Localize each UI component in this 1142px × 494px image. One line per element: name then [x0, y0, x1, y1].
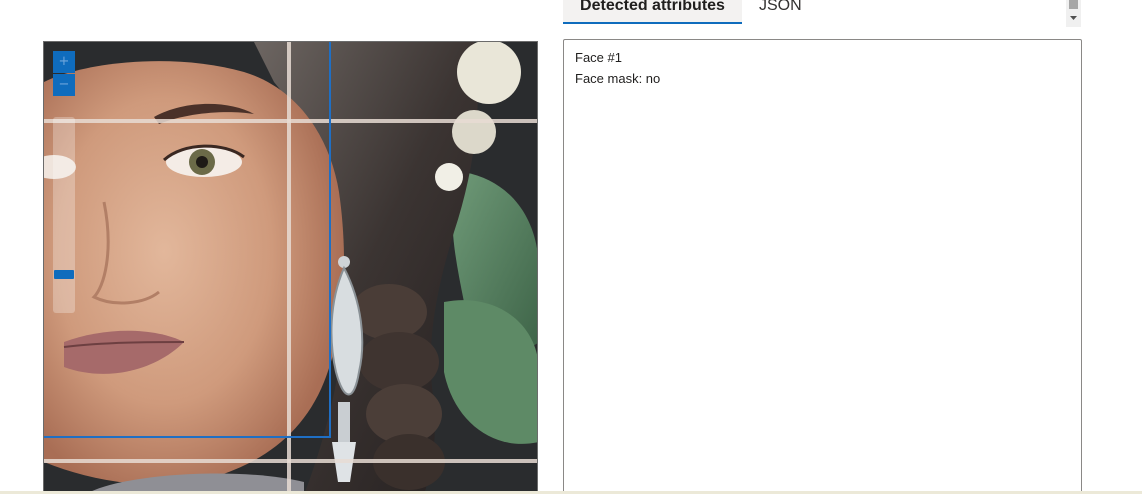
face-detection-page: + − Detected attributes JSON Face #1 Fac…: [0, 0, 1142, 494]
image-viewer[interactable]: + −: [43, 41, 538, 494]
tab-json[interactable]: JSON: [759, 0, 802, 24]
zoom-out-button[interactable]: −: [53, 74, 75, 96]
zoom-slider-thumb[interactable]: [54, 270, 74, 279]
detected-attributes-panel: Face #1 Face mask: no: [563, 39, 1082, 494]
triangle-down-icon[interactable]: [1066, 13, 1081, 23]
page-scrollbar[interactable]: [1066, 0, 1081, 27]
analyzed-photo: [44, 42, 537, 494]
zoom-slider[interactable]: [53, 117, 75, 313]
zoom-in-button[interactable]: +: [53, 51, 75, 73]
scrollbar-thumb[interactable]: [1069, 0, 1078, 9]
tab-detected-attributes[interactable]: Detected attributes: [563, 0, 742, 24]
face-label: Face #1: [575, 50, 622, 65]
face-mask-attribute: Face mask: no: [575, 71, 661, 86]
